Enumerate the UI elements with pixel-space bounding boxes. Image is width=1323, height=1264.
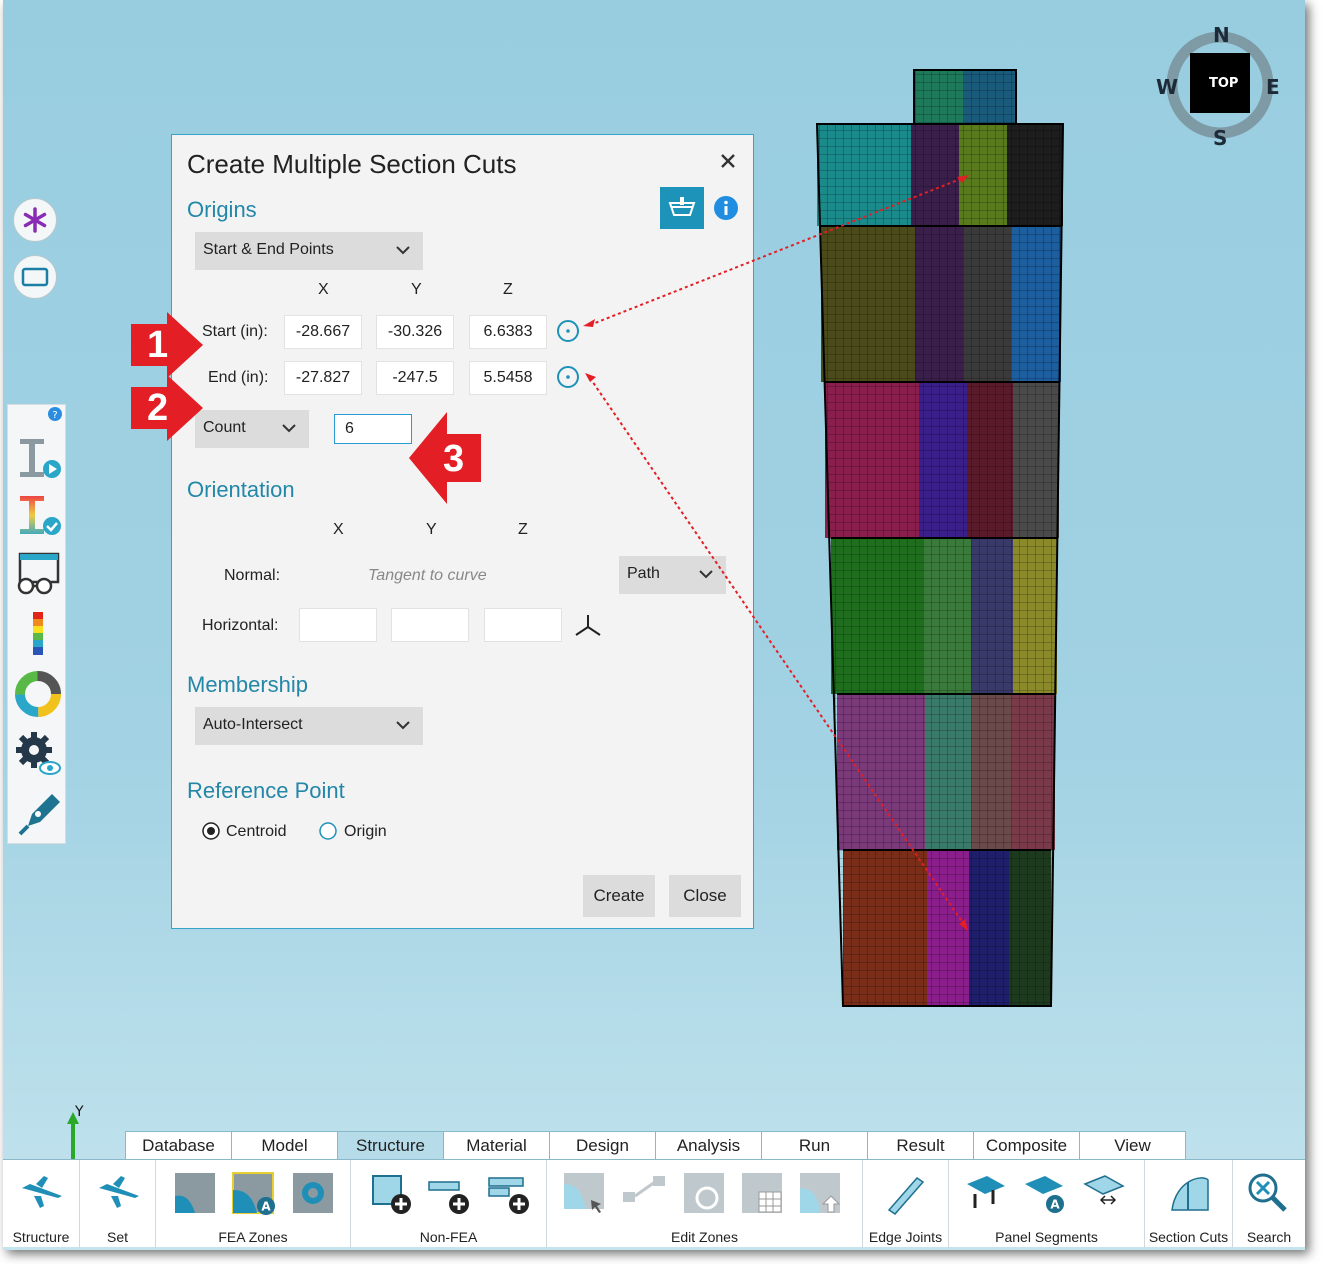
ribbon-tabs: Database Model Structure Material Design… (125, 1131, 1186, 1159)
fea-zone-icon[interactable] (172, 1170, 218, 1216)
zone-upload-icon[interactable] (797, 1170, 843, 1216)
edge-joint-icon (887, 1177, 925, 1215)
step-marker-2: 2 (131, 375, 205, 445)
svg-text:A: A (1050, 1198, 1060, 1212)
add-beam-icon[interactable] (425, 1170, 471, 1216)
panel-segments-group: A Panel Segments (949, 1160, 1145, 1248)
add-joint-icon[interactable] (485, 1170, 531, 1216)
fea-zone-auto-icon[interactable]: A (230, 1170, 276, 1216)
aircraft-icon (99, 1176, 139, 1208)
panel-segment-icon[interactable] (963, 1170, 1009, 1216)
axis-y-label: Y (75, 1104, 84, 1120)
pointer-lines (583, 175, 969, 931)
tab-view[interactable]: View (1079, 1131, 1186, 1159)
tab-analysis[interactable]: Analysis (655, 1131, 762, 1159)
panel-segment-auto-icon[interactable]: A (1021, 1170, 1067, 1216)
application-window: N S E W TOP ? Create Multiple Section Cu… (3, 0, 1305, 1250)
tab-run[interactable]: Run (761, 1131, 868, 1159)
step-marker-3: 3 (409, 412, 483, 508)
ribbon-toolbar: Structure Set A FEA Zones Non-FEA Edit Z… (3, 1159, 1305, 1248)
section-cut-icon (1171, 1177, 1209, 1211)
edge-joints-button[interactable]: Edge Joints (863, 1160, 949, 1248)
merge-zone-icon[interactable] (621, 1170, 667, 1216)
section-cuts-button[interactable]: Section Cuts (1145, 1160, 1233, 1248)
rotate-zone-icon[interactable] (681, 1170, 727, 1216)
zone-grid-icon[interactable] (739, 1170, 785, 1216)
edit-zones-group: Edit Zones (547, 1160, 863, 1248)
add-panel-icon[interactable] (367, 1170, 413, 1216)
step-marker-1: 1 (131, 312, 205, 382)
non-fea-group: Non-FEA (351, 1160, 547, 1248)
tab-material[interactable]: Material (443, 1131, 550, 1159)
tab-structure[interactable]: Structure (337, 1131, 444, 1159)
tab-model[interactable]: Model (231, 1131, 338, 1159)
select-zone-icon[interactable] (561, 1170, 607, 1216)
panel-segment-split-icon[interactable] (1081, 1170, 1127, 1216)
tab-design[interactable]: Design (549, 1131, 656, 1159)
aircraft-icon (22, 1176, 62, 1208)
svg-text:A: A (261, 1200, 271, 1214)
structure-button[interactable]: Structure (3, 1160, 80, 1248)
tab-database[interactable]: Database (125, 1131, 232, 1159)
fea-zones-group: A FEA Zones (156, 1160, 351, 1248)
tab-result[interactable]: Result (867, 1131, 974, 1159)
tab-composite[interactable]: Composite (973, 1131, 1080, 1159)
set-button[interactable]: Set (80, 1160, 156, 1248)
search-icon (1248, 1173, 1287, 1212)
fea-zone-gear-icon[interactable] (290, 1170, 336, 1216)
search-button[interactable]: Search (1233, 1160, 1305, 1248)
